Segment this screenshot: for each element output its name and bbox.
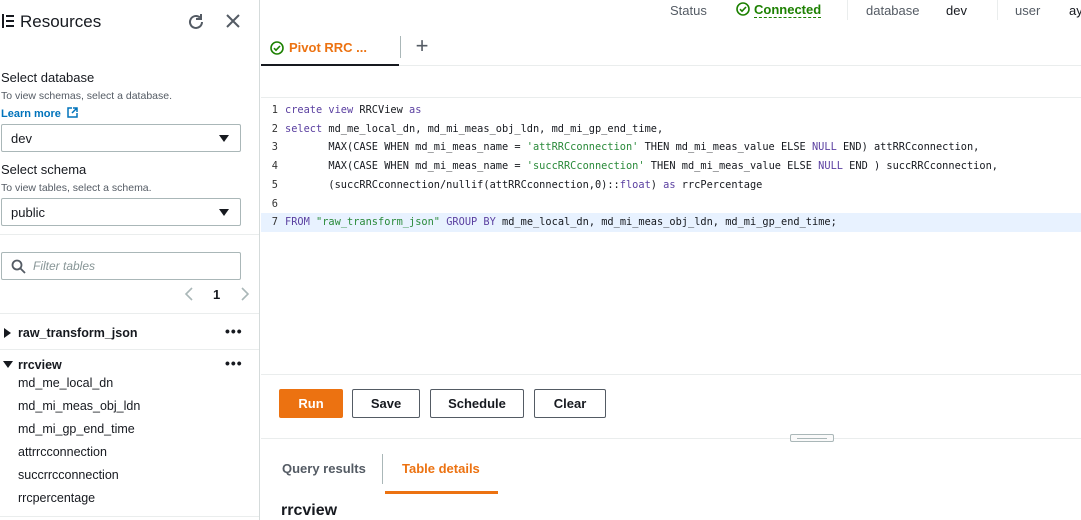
sql-editor[interactable]: 1 create view RRCView as 2 select md_me_loc… [261, 97, 1081, 375]
line-number: 7 [271, 216, 278, 229]
save-button[interactable]: Save [352, 389, 420, 418]
connection-status[interactable]: Connected [736, 2, 822, 18]
tab-label: Table details [402, 461, 480, 476]
database-select-value: dev [11, 131, 32, 146]
column-item[interactable]: md_me_local_dn [18, 376, 113, 390]
divider [382, 454, 383, 484]
schedule-button[interactable]: Schedule [430, 389, 524, 418]
tab-query-results[interactable]: Query results [270, 452, 378, 494]
divider [261, 438, 1081, 439]
caret-right-icon[interactable] [4, 328, 11, 338]
code-line[interactable]: 2 select md_me_local_dn, md_mi_meas_obj_l… [261, 120, 1081, 139]
connection-status-value: Connected [754, 2, 822, 18]
line-number: 3 [271, 141, 278, 154]
code-line[interactable]: 6 [261, 195, 1081, 214]
chevron-right-icon[interactable] [240, 286, 250, 302]
resources-panel: Resources Select database To view schema… [0, 0, 260, 520]
refresh-icon[interactable] [186, 12, 206, 32]
tab-label: Query results [282, 461, 366, 476]
column-item[interactable]: md_mi_meas_obj_ldn [18, 399, 140, 413]
caret-down-icon [219, 209, 229, 216]
learn-more-label: Learn more [1, 108, 61, 120]
filter-tables-field[interactable] [1, 252, 241, 280]
code-text[interactable]: (succRRCconnection/nullif(attRRCconnecti… [285, 176, 762, 195]
status-label: Status [670, 3, 707, 18]
select-database-description: To view schemas, select a database. [1, 90, 173, 102]
close-icon[interactable] [224, 12, 242, 30]
table-item-raw-transform-json[interactable]: raw_transform_json ••• [0, 323, 259, 343]
list-icon [2, 14, 14, 28]
code-line[interactable]: 7 FROM "raw_transform_json" GROUP BY md_m… [261, 213, 1081, 233]
user-value: ay [1069, 3, 1081, 18]
search-icon [11, 259, 26, 274]
code-line[interactable]: 1 create view RRCView as [261, 101, 1081, 120]
select-schema-description: To view tables, select a schema. [1, 182, 152, 194]
line-number: 4 [271, 160, 278, 173]
tab-label: Pivot RRC ... [289, 40, 368, 55]
column-item[interactable]: succrrcconnection [18, 468, 119, 482]
divider [400, 36, 401, 58]
divider [0, 516, 259, 517]
page-number[interactable]: 1 [213, 287, 220, 302]
clear-button[interactable]: Clear [534, 389, 606, 418]
select-schema-label: Select schema [1, 162, 87, 177]
check-circle-icon [270, 41, 284, 55]
divider [0, 349, 259, 350]
database-label: database [866, 3, 920, 18]
table-name[interactable]: raw_transform_json [18, 326, 137, 340]
resources-header: Resources [0, 0, 259, 44]
line-number: 1 [271, 104, 278, 116]
code-line[interactable]: 3 MAX(CASE WHEN md_mi_meas_name = 'attRR… [261, 138, 1081, 157]
resize-handle[interactable] [790, 434, 834, 442]
divider [0, 234, 259, 235]
database-value: dev [946, 3, 967, 18]
column-item[interactable]: attrrcconnection [18, 445, 107, 459]
select-database-label: Select database [1, 70, 95, 85]
schema-select[interactable]: public [1, 198, 241, 226]
chevron-left-icon[interactable] [184, 286, 194, 302]
caret-down-icon [219, 135, 229, 142]
code-line[interactable]: 4 MAX(CASE WHEN md_mi_meas_name = 'succR… [261, 157, 1081, 176]
column-item[interactable]: rrcpercentage [18, 491, 95, 505]
code-text[interactable]: select md_me_local_dn, md_mi_meas_obj_ld… [285, 120, 663, 139]
divider [997, 0, 998, 20]
table-name[interactable]: rrcview [18, 358, 62, 372]
run-button[interactable]: Run [279, 389, 343, 418]
more-actions-button[interactable]: ••• [225, 323, 243, 339]
resources-title: Resources [20, 12, 102, 31]
caret-down-icon[interactable] [3, 361, 13, 368]
code-text[interactable]: MAX(CASE WHEN md_mi_meas_name = 'attRRCc… [285, 138, 979, 157]
tab-pivot-rrc[interactable]: Pivot RRC ... [261, 30, 399, 66]
more-actions-button[interactable]: ••• [225, 355, 243, 371]
table-details-title: rrcview [281, 502, 338, 519]
learn-more-link[interactable]: Learn more [1, 107, 78, 120]
column-item[interactable]: md_mi_gp_end_time [18, 422, 135, 436]
schema-select-value: public [11, 205, 45, 220]
tab-table-details[interactable]: Table details [385, 452, 498, 494]
line-number: 5 [271, 178, 278, 191]
user-label: user [1015, 3, 1041, 18]
add-tab-button[interactable]: + [412, 34, 432, 58]
divider [847, 0, 848, 20]
code-text[interactable]: create view RRCView as [285, 101, 421, 120]
code-text[interactable]: MAX(CASE WHEN md_mi_meas_name = 'succRRC… [285, 157, 998, 176]
code-line[interactable]: 5 (succRRCconnection/nullif(attRRCconnec… [261, 176, 1081, 195]
divider [0, 313, 259, 314]
filter-tables-input[interactable] [33, 257, 233, 275]
external-link-icon [67, 107, 78, 118]
database-select[interactable]: dev [1, 124, 241, 152]
line-number: 6 [271, 197, 278, 210]
check-circle-icon [736, 2, 750, 16]
code-text[interactable]: FROM "raw_transform_json" GROUP BY md_me… [285, 213, 837, 232]
table-item-rrcview[interactable]: rrcview ••• [0, 355, 259, 375]
line-number: 2 [271, 122, 278, 135]
